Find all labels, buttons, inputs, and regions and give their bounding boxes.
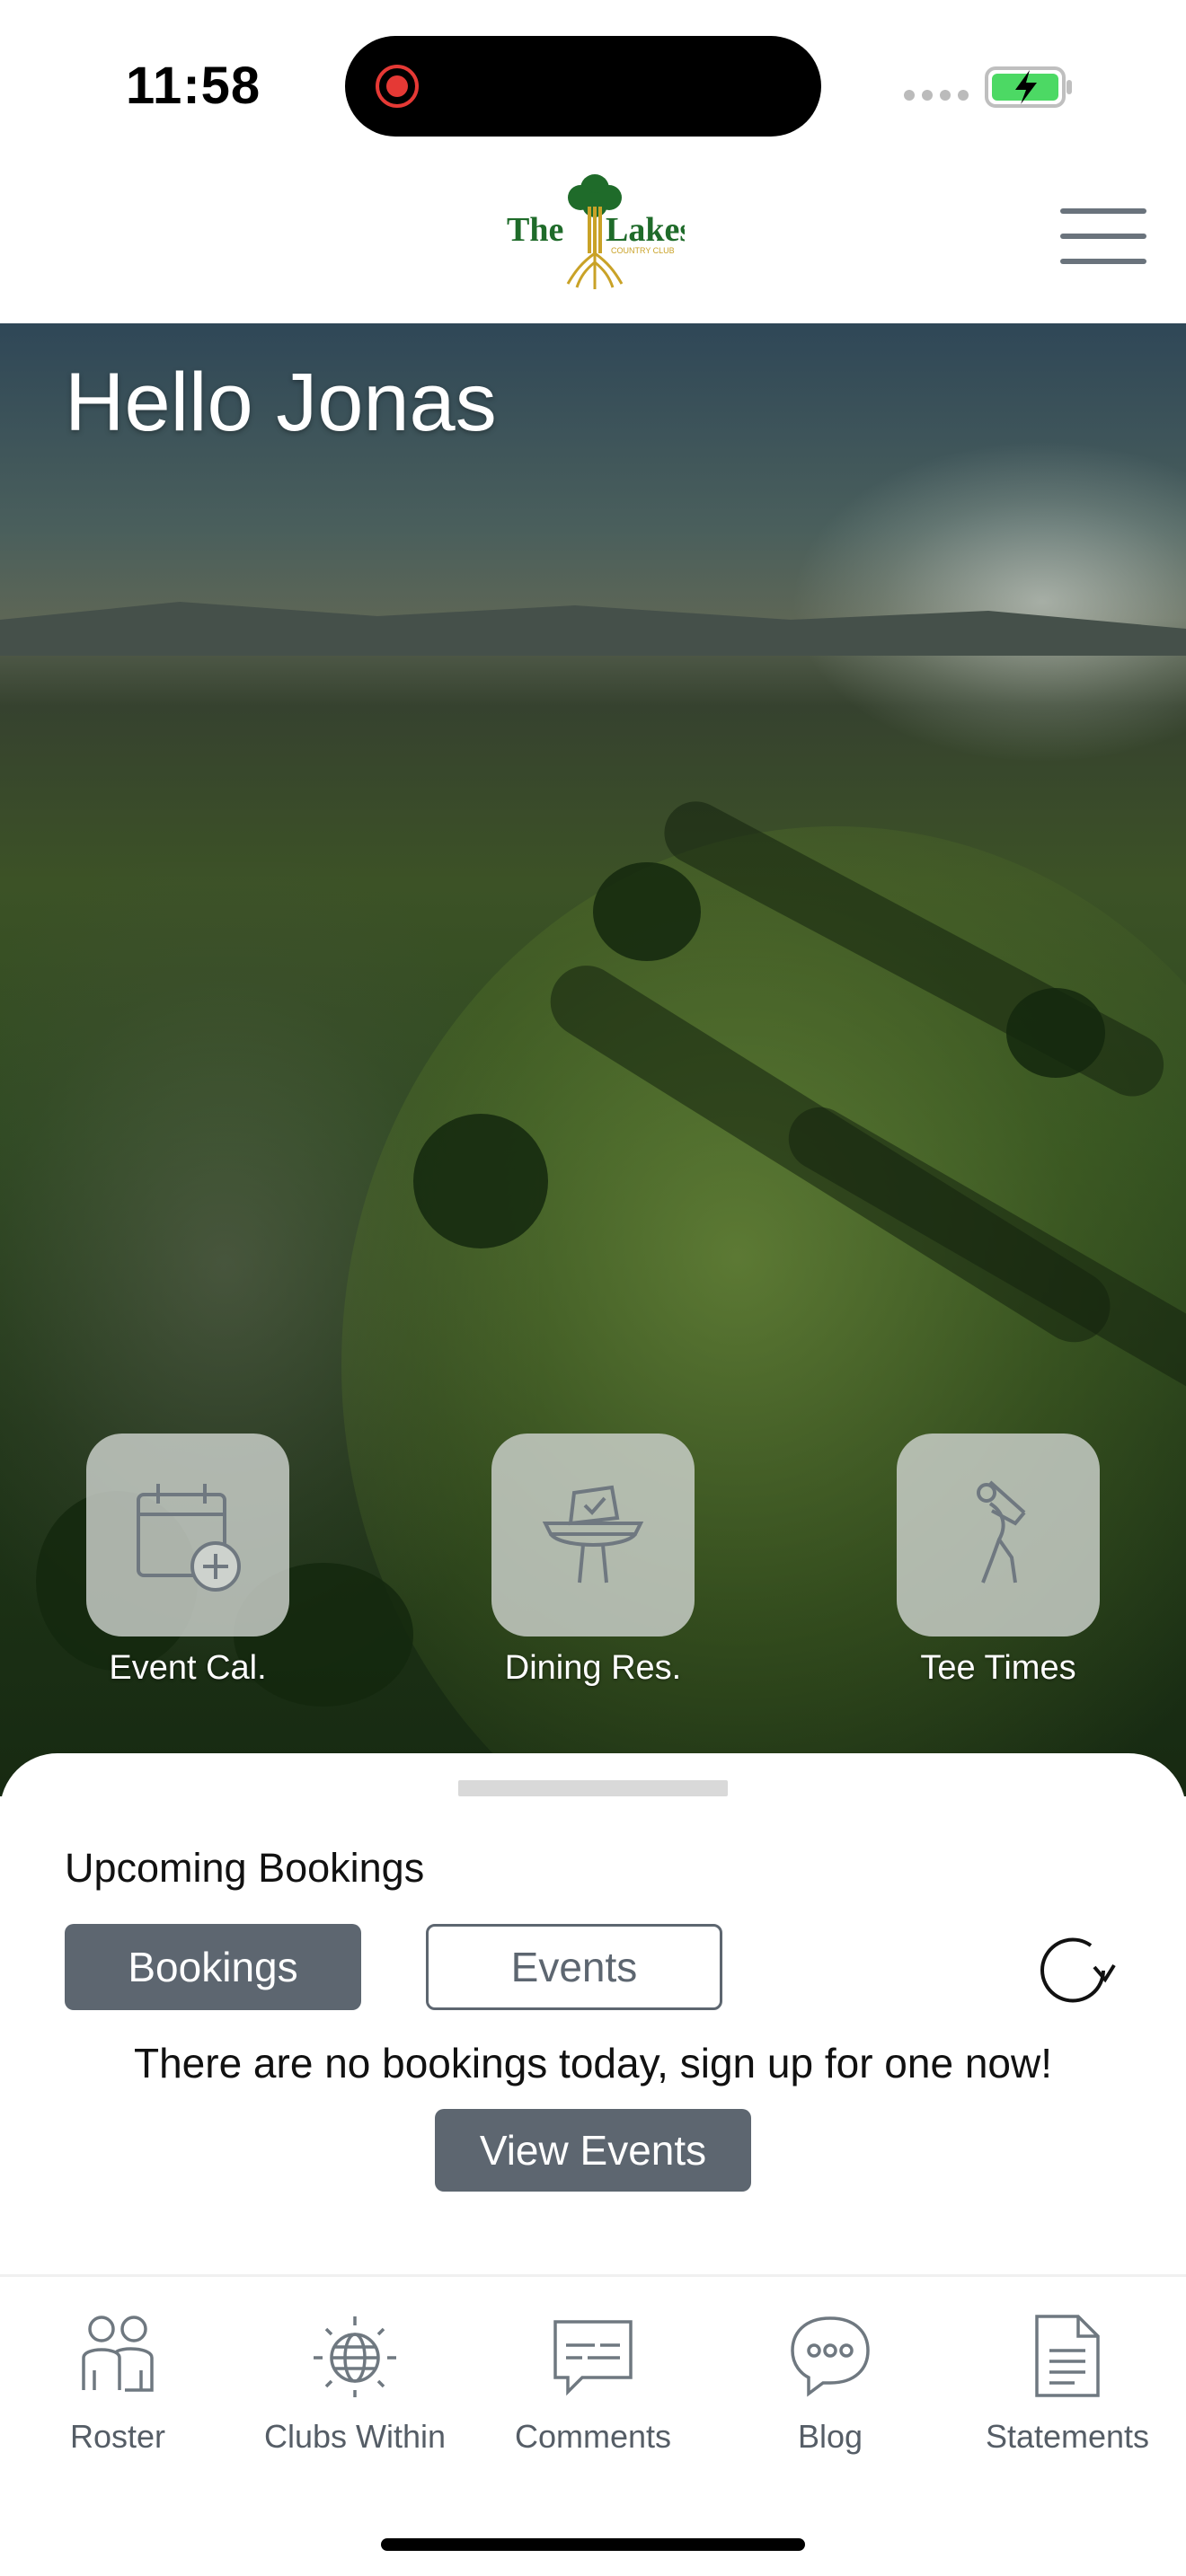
hero-tree	[413, 1114, 548, 1248]
bottom-navigation: Roster Clubs Within Comments Blog Statem…	[0, 2274, 1186, 2576]
battery-charging-icon	[985, 66, 1072, 108]
hero-tree	[1006, 988, 1105, 1078]
status-time: 11:58	[126, 57, 261, 115]
tab-bookings[interactable]: Bookings	[65, 1924, 361, 2010]
dining-reservation-button[interactable]: Dining Res.	[490, 1434, 696, 1688]
event-calendar-button[interactable]: Event Cal.	[84, 1434, 291, 1688]
no-bookings-message: There are no bookings today, sign up for…	[133, 2040, 1053, 2086]
dining-reservation-label: Dining Res.	[504, 1649, 682, 1687]
event-calendar-label: Event Cal.	[109, 1649, 267, 1687]
golfer-icon	[977, 1480, 1026, 1584]
hamburger-menu-icon[interactable]	[1060, 208, 1146, 277]
globe-icon	[314, 2316, 396, 2397]
dining-reservation-tile[interactable]	[491, 1434, 695, 1636]
chat-bubble-icon	[791, 2316, 870, 2397]
tee-times-button[interactable]: Tee Times	[895, 1434, 1102, 1688]
nav-comments[interactable]: Comments	[485, 2313, 701, 2456]
event-calendar-tile[interactable]	[86, 1434, 289, 1636]
calendar-add-icon	[137, 1484, 241, 1592]
nav-clubs-within[interactable]: Clubs Within	[247, 2313, 463, 2456]
app-header: The Lakes COUNTRY CLUB	[0, 153, 1186, 323]
people-icon	[82, 2316, 154, 2392]
hero-tree	[593, 862, 701, 961]
home-indicator[interactable]	[381, 2538, 805, 2551]
bookings-sheet: Upcoming Bookings Bookings Events There …	[0, 1753, 1186, 2274]
greeting-title: Hello Jonas	[65, 357, 497, 448]
tee-times-label: Tee Times	[920, 1649, 1076, 1687]
comment-icon	[553, 2320, 633, 2396]
hero-banner: Hello Jonas Event Cal. Dining Res. Tee T…	[0, 323, 1186, 1796]
screen-recording-icon	[376, 65, 419, 108]
dining-table-reservation-icon	[542, 1485, 644, 1584]
hero-mountains	[0, 602, 1186, 656]
nav-statements[interactable]: Statements	[960, 2313, 1175, 2456]
sheet-drag-handle[interactable]	[458, 1780, 728, 1796]
document-icon	[1035, 2315, 1100, 2397]
view-events-button[interactable]: View Events	[435, 2109, 751, 2192]
svg-text:COUNTRY CLUB: COUNTRY CLUB	[611, 246, 675, 255]
dynamic-island	[345, 36, 821, 137]
tab-events[interactable]: Events	[426, 1924, 722, 2010]
club-logo: The Lakes COUNTRY CLUB	[507, 174, 685, 289]
refresh-icon[interactable]	[1030, 1928, 1116, 2014]
nav-statements-label: Statements	[985, 2418, 1150, 2455]
svg-text:The: The	[507, 211, 563, 249]
tee-times-tile[interactable]	[897, 1434, 1100, 1636]
nav-clubs-within-label: Clubs Within	[263, 2418, 447, 2455]
cellular-signal-icon	[904, 90, 969, 101]
svg-text:Lakes: Lakes	[606, 211, 685, 249]
nav-roster-label: Roster	[69, 2418, 166, 2455]
nav-roster[interactable]: Roster	[10, 2313, 226, 2456]
upcoming-bookings-title: Upcoming Bookings	[65, 1845, 425, 1891]
status-bar: 11:58	[0, 0, 1186, 171]
nav-blog[interactable]: Blog	[722, 2313, 938, 2456]
nav-comments-label: Comments	[514, 2418, 672, 2455]
nav-blog-label: Blog	[797, 2418, 863, 2455]
